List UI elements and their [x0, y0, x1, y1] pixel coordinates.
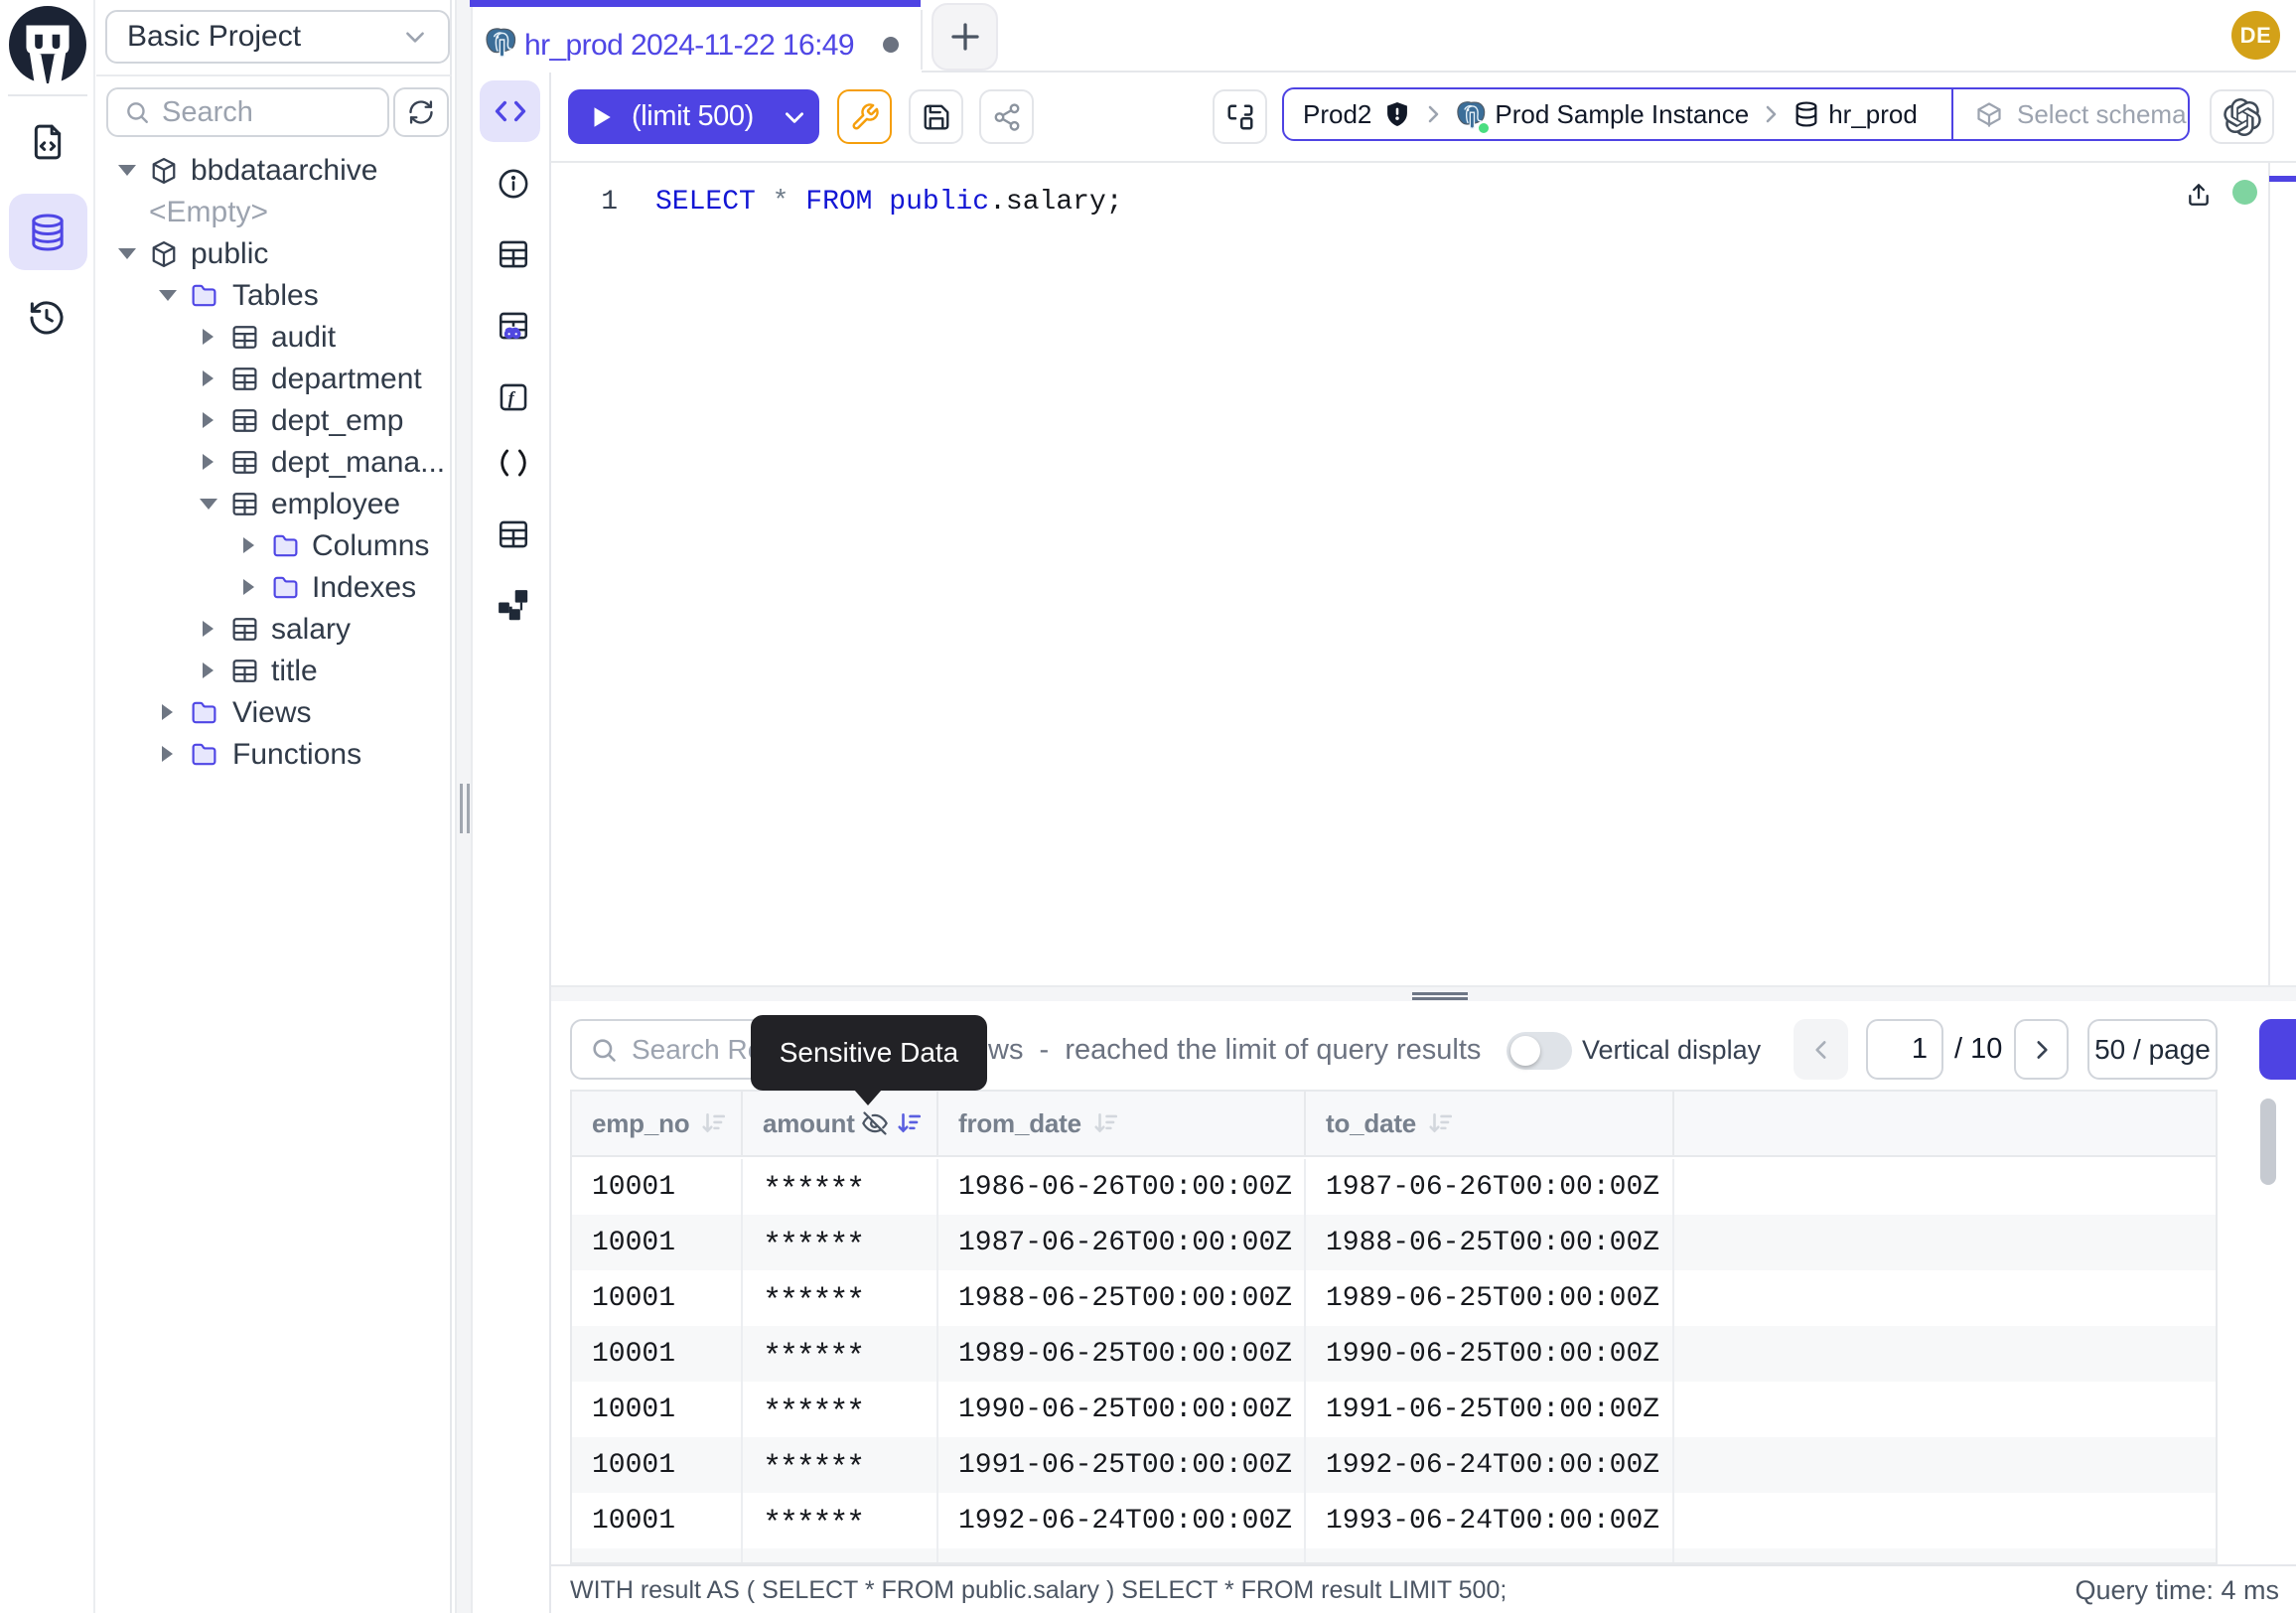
svg-text:f: f: [508, 387, 516, 407]
